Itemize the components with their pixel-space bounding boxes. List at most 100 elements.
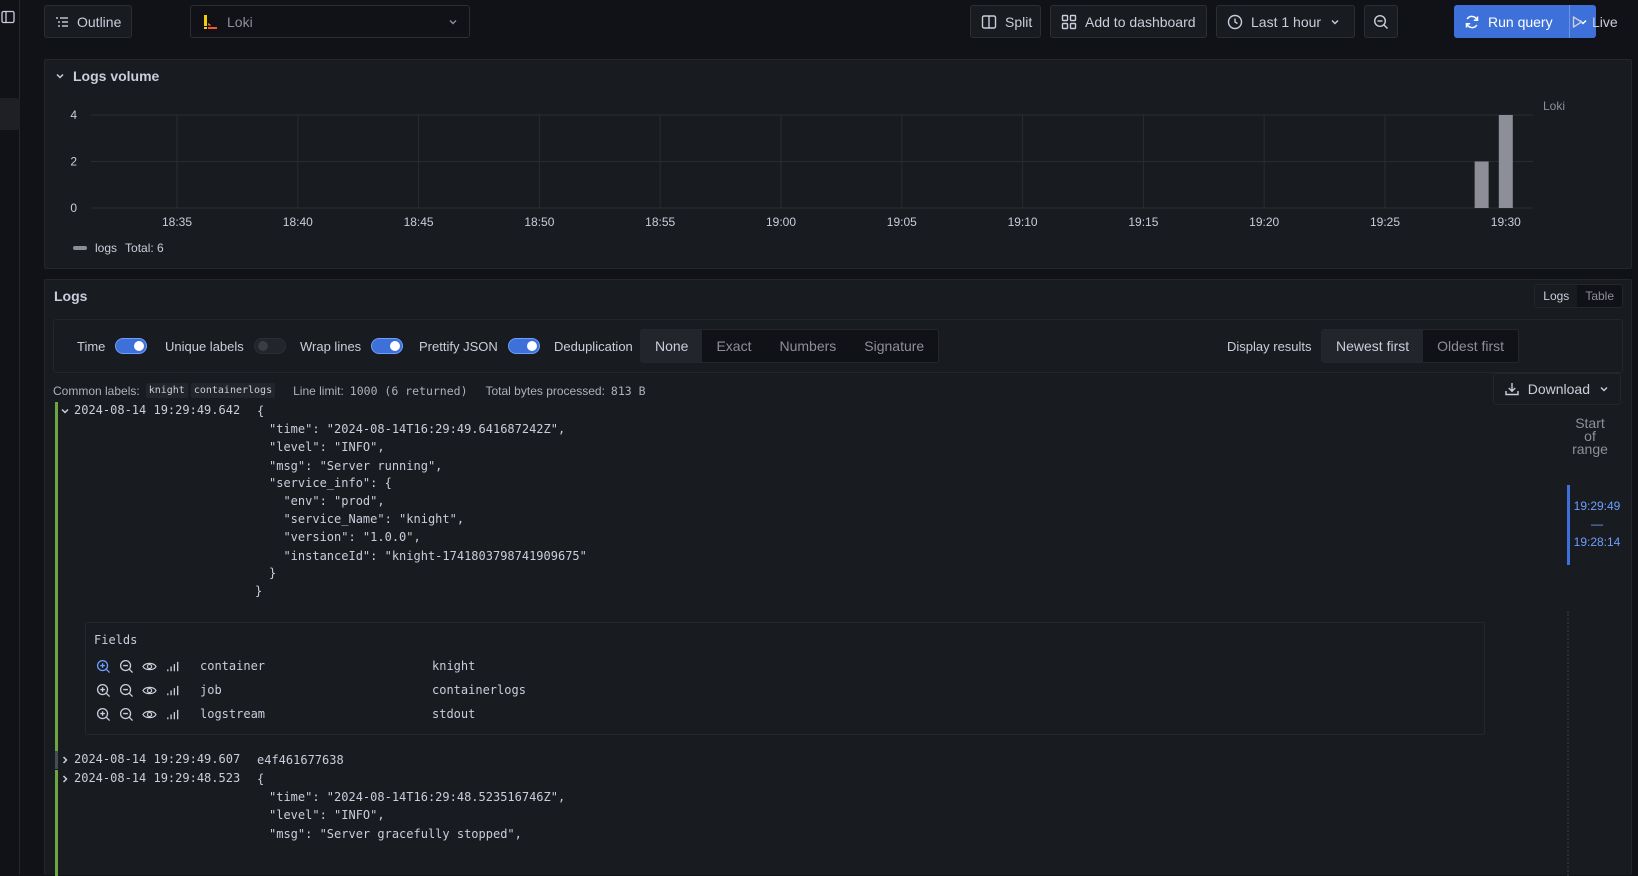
play-icon <box>1572 15 1583 28</box>
y-tick-label: 0 <box>70 201 77 215</box>
zoom-out-filter-icon[interactable] <box>119 707 134 722</box>
zoom-in-filter-icon[interactable] <box>96 707 111 722</box>
logs-meta: Common labels: knight containerlogs Line… <box>53 383 664 398</box>
x-tick-label: 19:05 <box>887 215 917 229</box>
chevron-down-icon[interactable] <box>60 406 70 416</box>
log-body-line: } <box>255 584 263 598</box>
log-body-line: } <box>269 566 277 580</box>
time-switch[interactable] <box>115 338 148 354</box>
log-body-line: "service_info": { <box>269 476 392 490</box>
unique-labels-label: Unique labels <box>165 338 244 354</box>
common-label-chip: knight <box>145 383 188 398</box>
range-dash: — <box>1591 517 1603 531</box>
x-tick-label: 18:40 <box>283 215 313 229</box>
range-segment[interactable]: 19:29:49 — 19:28:14 <box>1571 497 1623 551</box>
time-toggle[interactable]: Time <box>77 320 148 372</box>
zoom-out-filter-icon[interactable] <box>119 659 134 674</box>
dedup-none-option[interactable]: None <box>641 330 703 362</box>
x-tick-label: 18:35 <box>162 215 192 229</box>
outline-button[interactable]: Outline <box>44 5 132 38</box>
x-tick-label: 19:20 <box>1249 215 1279 229</box>
logs-view-toggle: Logs Table <box>1534 284 1623 308</box>
loki-logo-icon <box>204 14 217 29</box>
prettify-json-toggle[interactable]: Prettify JSON <box>419 320 540 372</box>
outline-label: Outline <box>77 13 122 30</box>
x-tick-label: 18:50 <box>524 215 554 229</box>
common-label-chip: containerlogs <box>190 383 276 398</box>
nav-active-marker <box>0 98 20 130</box>
log-level-indicator <box>55 751 58 769</box>
field-row: logstream stdout <box>96 703 1476 725</box>
log-row[interactable]: 2024-08-14 19:29:48.523 { "time": "2024-… <box>55 770 1491 876</box>
log-body-line: "time": "2024-08-14T16:29:49.641687242Z"… <box>269 422 566 436</box>
chevron-right-icon[interactable] <box>60 755 70 765</box>
view-table-option[interactable]: Table <box>1577 285 1622 307</box>
log-timestamp: 2024-08-14 19:29:49.607 <box>74 752 241 766</box>
eye-icon[interactable] <box>142 659 157 674</box>
log-row[interactable]: 2024-08-14 19:29:49.607 e4f461677638 <box>55 751 1491 769</box>
left-rail <box>0 0 20 875</box>
download-label: Download <box>1527 381 1590 397</box>
field-actions <box>96 707 200 722</box>
volume-bar <box>1498 115 1513 208</box>
chevron-down-icon <box>1331 19 1339 24</box>
dedup-numbers-option[interactable]: Numbers <box>765 330 850 362</box>
log-body-line: "env": "prod", <box>269 494 385 508</box>
fields-title: Fields <box>94 633 138 647</box>
field-actions <box>96 683 200 698</box>
wrap-lines-switch[interactable] <box>371 338 404 354</box>
live-button[interactable]: Live <box>1564 5 1632 38</box>
unique-labels-toggle[interactable]: Unique labels <box>165 320 286 372</box>
dedup-exact-option[interactable]: Exact <box>702 330 765 362</box>
line-limit-label: Line limit: <box>293 383 344 398</box>
refresh-icon <box>1465 15 1479 28</box>
time-range-label: Last 1 hour <box>1251 13 1322 30</box>
zoom-out-filter-icon[interactable] <box>119 683 134 698</box>
stats-bars-icon[interactable] <box>165 707 180 722</box>
zoom-in-filter-icon[interactable] <box>96 683 111 698</box>
unique-labels-switch[interactable] <box>253 338 286 354</box>
wrap-lines-toggle[interactable]: Wrap lines <box>300 320 404 372</box>
field-value: containerlogs <box>432 683 526 697</box>
log-body-line: e4f461677638 <box>257 753 344 767</box>
prettify-json-label: Prettify JSON <box>419 338 498 354</box>
oldest-first-option[interactable]: Oldest first <box>1423 330 1518 362</box>
stats-bars-icon[interactable] <box>165 683 180 698</box>
start-of-range-button[interactable]: Start of range <box>1557 416 1623 456</box>
eye-icon[interactable] <box>142 683 157 698</box>
x-tick-label: 19:15 <box>1128 215 1158 229</box>
chevron-right-icon[interactable] <box>60 774 70 784</box>
dedup-signature-option[interactable]: Signature <box>850 330 938 362</box>
deduplication-options: None Exact Numbers Signature <box>640 329 940 363</box>
download-button[interactable]: Download <box>1492 373 1621 405</box>
run-query-main[interactable]: Run query <box>1454 5 1570 38</box>
split-button[interactable]: Split <box>970 5 1041 38</box>
time-range-picker[interactable]: Last 1 hour <box>1216 5 1355 38</box>
logs-volume-panel: Logs volume 0 2 4 18:35 18:40 18:45 18:50 18:55… <box>44 59 1632 269</box>
legend-swatch <box>73 246 87 250</box>
datasource-picker[interactable]: Loki <box>190 5 470 38</box>
log-row[interactable]: 2024-08-14 19:29:49.642 { "time": "2024-… <box>55 402 1491 757</box>
log-body-line: "level": "INFO", <box>269 440 385 454</box>
y-tick-label: 4 <box>70 108 77 122</box>
x-tick-label: 18:45 <box>404 215 434 229</box>
log-body-line: "msg": "Server running", <box>269 459 443 473</box>
x-tick-label: 19:30 <box>1491 215 1521 229</box>
prettify-json-switch[interactable] <box>507 338 540 354</box>
zoom-in-filter-icon[interactable] <box>96 659 111 674</box>
log-body-line: "instanceId": "knight-174180379874190967… <box>269 549 587 563</box>
sort-order-options: Newest first Oldest first <box>1321 329 1520 363</box>
log-level-indicator <box>55 770 58 876</box>
stats-bars-icon[interactable] <box>165 659 180 674</box>
newest-first-option[interactable]: Newest first <box>1322 330 1424 362</box>
dock-menu-icon[interactable] <box>1 10 15 24</box>
chart-legend[interactable]: logs Total: 6 <box>73 241 164 255</box>
view-logs-option[interactable]: Logs <box>1535 285 1578 307</box>
add-to-dashboard-button[interactable]: Add to dashboard <box>1050 5 1207 38</box>
eye-icon[interactable] <box>142 707 157 722</box>
zoom-out-button[interactable] <box>1364 5 1398 38</box>
bytes-processed-value: 813 B <box>610 383 646 398</box>
log-body-line: "version": "1.0.0", <box>269 530 421 544</box>
log-level-indicator <box>55 402 58 757</box>
log-timestamp: 2024-08-14 19:29:49.642 <box>74 403 241 417</box>
